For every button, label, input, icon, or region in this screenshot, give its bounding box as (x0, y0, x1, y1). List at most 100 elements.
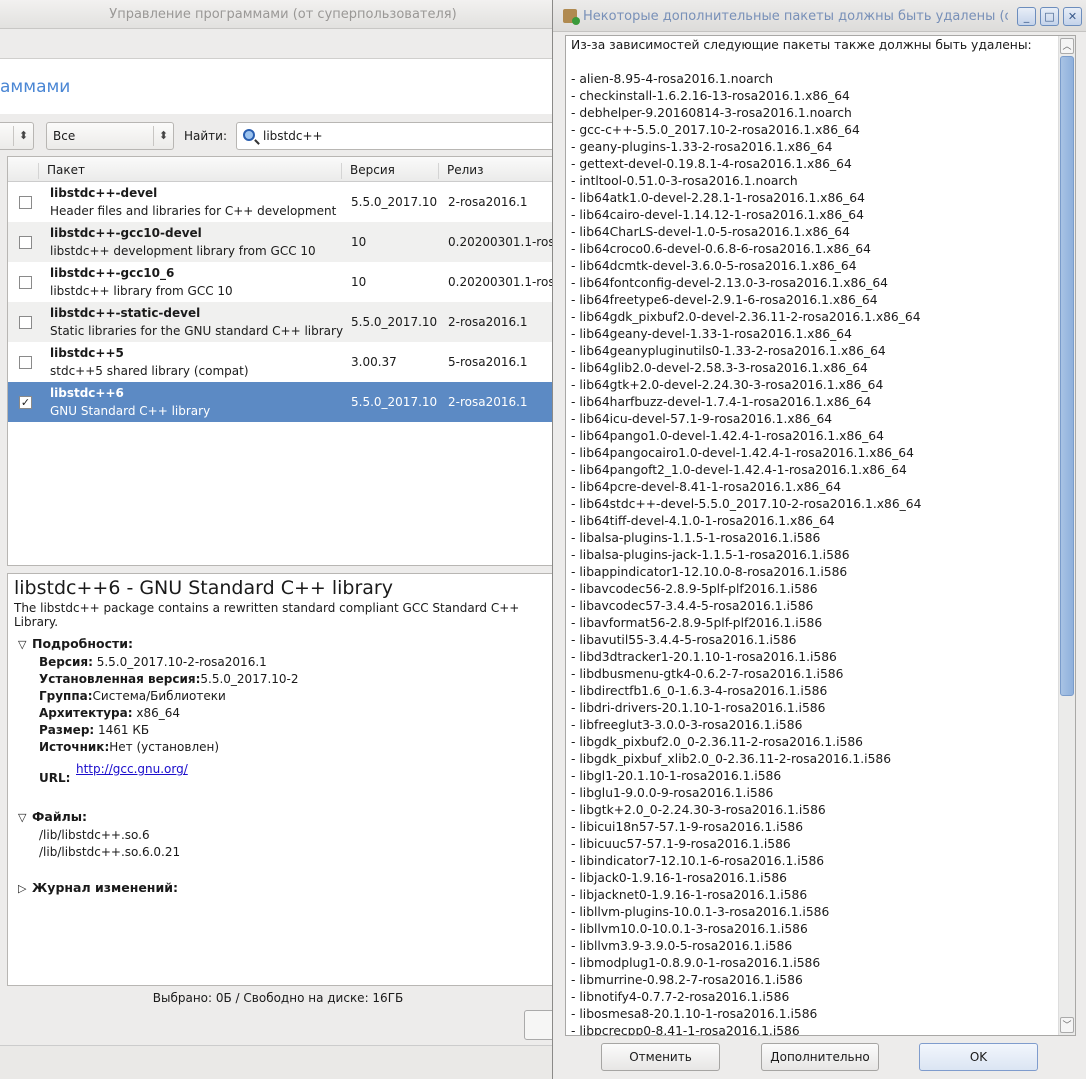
package-name: libindicator7-12.10.1-6-rosa2016.1.i586 (579, 854, 825, 868)
package-list-item: - libavcodec56-2.8.9-5plf-plf2016.1.i586 (571, 581, 1032, 598)
package-list-item: - lib64pcre-devel-8.41-1-rosa2016.1.x86_… (571, 479, 1032, 496)
files-section-toggle[interactable]: ▽ Файлы: (18, 809, 87, 824)
package-name: intltool-0.51.0-3-rosa2016.1.noarch (579, 174, 798, 188)
software-manager-window: Управление программами (от суперпользова… (0, 0, 567, 1079)
version-row: Версия: 5.5.0_2017.10-2-rosa2016.1 (39, 655, 267, 669)
type-combo[interactable]: ⬍ (0, 122, 34, 150)
package-name: libalsa-plugins-1.1.5-1-rosa2016.1.i586 (579, 531, 821, 545)
package-name: libalsa-plugins-jack-1.1.5-1-rosa2016.1.… (579, 548, 850, 562)
row-checkbox[interactable] (19, 236, 32, 249)
package-name: libicui18n57-57.1-9-rosa2016.1.i586 (579, 820, 804, 834)
package-name: libdbusmenu-gtk4-0.6.2-7-rosa2016.1.i586 (579, 667, 844, 681)
package-name: libd3dtracker1-20.1.10-1-rosa2016.1.i586 (579, 650, 837, 664)
combo-arrow-icon: ⬍ (13, 126, 33, 146)
package-list-item: - libllvm10.0-10.0.1-3-rosa2016.1.i586 (571, 921, 1032, 938)
package-list-item: - libgl1-20.1.10-1-rosa2016.1.i586 (571, 768, 1032, 785)
package-list-item: - lib64icu-devel-57.1-9-rosa2016.1.x86_6… (571, 411, 1032, 428)
packages-textbox[interactable]: Из-за зависимостей следующие пакеты такж… (565, 35, 1076, 1036)
package-name: gcc-c++-5.5.0_2017.10-2-rosa2016.1.x86_6… (579, 123, 860, 137)
package-name: checkinstall-1.6.2.16-13-rosa2016.1.x86_… (579, 89, 850, 103)
changelog-section-toggle[interactable]: ▷ Журнал изменений: (18, 880, 178, 895)
filter-combo[interactable]: Все ⬍ (46, 122, 174, 150)
value: x86_64 (132, 706, 180, 720)
scroll-up-icon[interactable]: ︿ (1060, 38, 1074, 54)
expanded-triangle-icon: ▽ (18, 638, 27, 651)
ok-button[interactable]: OK (919, 1043, 1038, 1071)
package-list-item: - gcc-c++-5.5.0_2017.10-2-rosa2016.1.x86… (571, 122, 1032, 139)
scrollbar-thumb[interactable] (1060, 56, 1074, 696)
packages-text: Из-за зависимостей следующие пакеты такж… (571, 37, 1032, 1035)
details-description: The libstdc++ package contains a rewritt… (14, 601, 520, 629)
scrollbar[interactable]: ︿ ﹀ (1058, 36, 1075, 1035)
minimize-button[interactable]: _ (1017, 7, 1036, 26)
row-checkbox[interactable] (19, 316, 32, 329)
scroll-down-icon[interactable]: ﹀ (1060, 1017, 1074, 1033)
package-release: 0.20200301.1-rosa2016.1 (448, 235, 566, 249)
package-list-item: - libappindicator1-12.10.0-8-rosa2016.1.… (571, 564, 1032, 581)
search-input[interactable]: libstdc++ (236, 122, 566, 150)
package-version: 10 (351, 275, 367, 289)
package-list-item: - libavutil55-3.4.4-5-rosa2016.1.i586 (571, 632, 1032, 649)
column-release[interactable]: Релиз (438, 163, 568, 179)
package-name: libdirectfb1.6_0-1.6.3-4-rosa2016.1.i586 (579, 684, 828, 698)
more-button[interactable]: Дополнительно (761, 1043, 879, 1071)
label: URL: (39, 771, 71, 785)
package-list-item: - libnotify4-0.7.7-2-rosa2016.1.i586 (571, 989, 1032, 1006)
value: Система/Библиотеки (92, 689, 226, 703)
combo-arrow-icon: ⬍ (153, 126, 173, 146)
package-list-item: - libgdk_pixbuf2.0_0-2.36.11-2-rosa2016.… (571, 734, 1032, 751)
maximize-button[interactable]: □ (1040, 7, 1059, 26)
package-version: 5.5.0_2017.10 (351, 195, 438, 209)
package-name: libavcodec56-2.8.9-5plf-plf2016.1.i586 (579, 582, 818, 596)
package-name: libgdk_pixbuf2.0_0-2.36.11-2-rosa2016.1.… (579, 735, 863, 749)
package-name: lib64pangocairo1.0-devel-1.42.4-1-rosa20… (579, 446, 914, 460)
table-row[interactable]: ✓ libstdc++6 GNU Standard C++ library 5.… (8, 382, 566, 422)
package-name: lib64freetype6-devel-2.9.1-6-rosa2016.1.… (579, 293, 878, 307)
package-name: libjacknet0-1.9.16-1-rosa2016.1.i586 (579, 888, 808, 902)
package-name: lib64fontconfig-devel-2.13.0-3-rosa2016.… (579, 276, 888, 290)
column-package[interactable]: Пакет (38, 163, 340, 179)
package-list-item: - lib64glib2.0-devel-2.58.3-3-rosa2016.1… (571, 360, 1032, 377)
url-link[interactable]: http://gcc.gnu.org/ (76, 762, 188, 776)
column-version[interactable]: Версия (341, 163, 437, 179)
cancel-button[interactable]: Отменить (601, 1043, 720, 1071)
package-list-item: - lib64croco0.6-devel-0.6.8-6-rosa2016.1… (571, 241, 1032, 258)
table-row[interactable]: libstdc++-devel Header files and librari… (8, 182, 566, 222)
file-path: /lib/libstdc++.so.6 (39, 828, 150, 842)
package-name: lib64glib2.0-devel-2.58.3-3-rosa2016.1.x… (579, 361, 868, 375)
row-checkbox[interactable] (19, 356, 32, 369)
package-list-item: - libd3dtracker1-20.1.10-1-rosa2016.1.i5… (571, 649, 1032, 666)
package-name: libstdc++-devel (50, 186, 158, 200)
table-row[interactable]: libstdc++-gcc10_6 libstdc++ library from… (8, 262, 566, 302)
package-name: libjack0-1.9.16-1-rosa2016.1.i586 (579, 871, 787, 885)
app-header: аммами (0, 58, 556, 114)
package-list-item: - libpcrecpp0-8.41-1-rosa2016.1.i586 (571, 1023, 1032, 1035)
package-list-item: - lib64fontconfig-devel-2.13.0-3-rosa201… (571, 275, 1032, 292)
table-row[interactable]: libstdc++-static-devel Static libraries … (8, 302, 566, 342)
value: 5.5.0_2017.10-2 (200, 672, 299, 686)
row-checkbox[interactable] (19, 276, 32, 289)
label: Группа: (39, 689, 93, 703)
package-name: lib64pcre-devel-8.41-1-rosa2016.1.x86_64 (579, 480, 842, 494)
package-list-item: - libosmesa8-20.1.10-1-rosa2016.1.i586 (571, 1006, 1032, 1023)
package-list-item: - lib64cairo-devel-1.14.12-1-rosa2016.1.… (571, 207, 1032, 224)
package-list-item: - lib64atk1.0-devel-2.28.1-1-rosa2016.1.… (571, 190, 1032, 207)
row-checkbox[interactable] (19, 196, 32, 209)
package-list-item: - libmurrine-0.98.2-7-rosa2016.1.i586 (571, 972, 1032, 989)
section-label: Журнал изменений: (32, 880, 178, 895)
package-list-item: - libmodplug1-0.8.9.0-1-rosa2016.1.i586 (571, 955, 1032, 972)
package-name: libstdc++-static-devel (50, 306, 201, 320)
package-name: lib64croco0.6-devel-0.6.8-6-rosa2016.1.x… (579, 242, 871, 256)
package-name: lib64harfbuzz-devel-1.7.4-1-rosa2016.1.x… (579, 395, 872, 409)
package-list-item: - lib64pangoft2_1.0-devel-1.42.4-1-rosa2… (571, 462, 1032, 479)
row-checkbox[interactable]: ✓ (19, 396, 32, 409)
package-name: lib64dcmtk-devel-3.6.0-5-rosa2016.1.x86_… (579, 259, 857, 273)
package-list-item: - libalsa-plugins-1.1.5-1-rosa2016.1.i58… (571, 530, 1032, 547)
package-description: Header files and libraries for C++ devel… (50, 204, 337, 218)
table-row[interactable]: libstdc++-gcc10-devel libstdc++ developm… (8, 222, 566, 262)
details-section-toggle[interactable]: ▽ Подробности: (18, 636, 133, 651)
close-button[interactable]: ✕ (1063, 7, 1082, 26)
group-row: Группа:Система/Библиотеки (39, 689, 226, 703)
table-row[interactable]: libstdc++5 stdc++5 shared library (compa… (8, 342, 566, 382)
package-list-item: - libavformat56-2.8.9-5plf-plf2016.1.i58… (571, 615, 1032, 632)
